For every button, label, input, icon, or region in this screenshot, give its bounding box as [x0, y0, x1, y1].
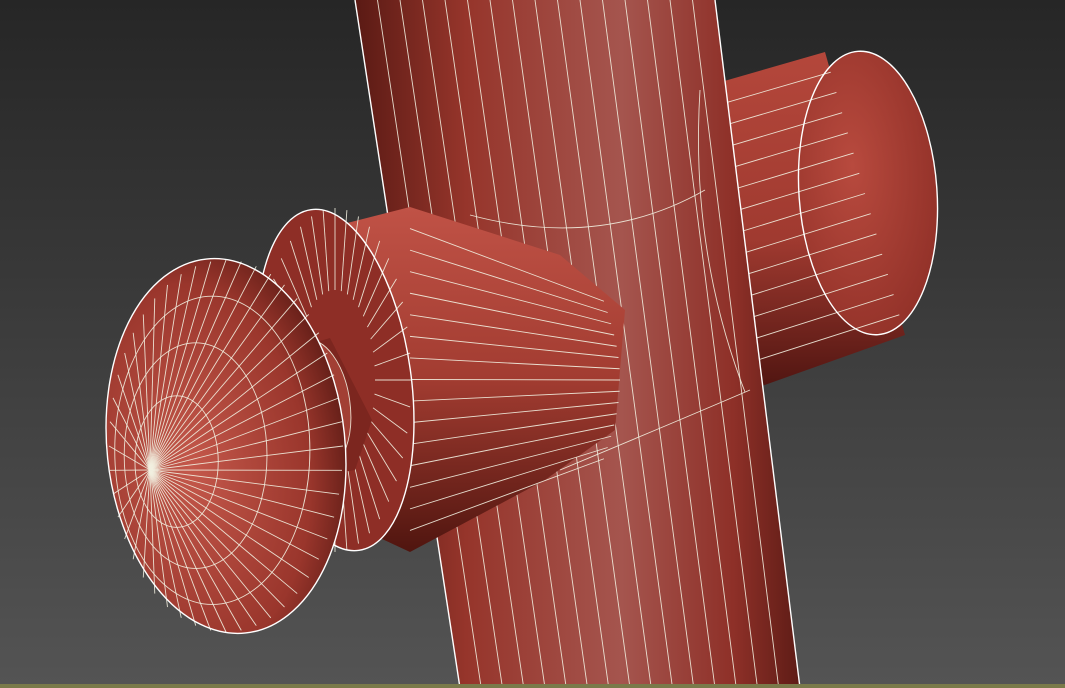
wireframe-edge — [409, 379, 621, 381]
viewport-bottom-border — [0, 684, 1065, 688]
3d-viewport[interactable] — [0, 0, 1065, 688]
viewport-canvas[interactable] — [0, 0, 1065, 688]
